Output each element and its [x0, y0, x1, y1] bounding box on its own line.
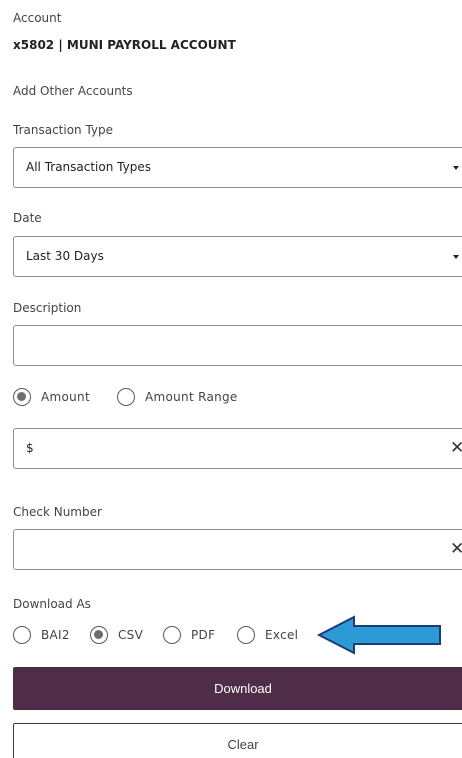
amount-radio-label: Amount	[41, 390, 90, 404]
transaction-type-label: Transaction Type	[13, 123, 114, 137]
download-transactions-form: Account x5802 | MUNI PAYROLL ACCOUNT Add…	[0, 0, 462, 758]
excel-radio[interactable]	[237, 626, 255, 644]
amount-input[interactable]: $ ✕	[13, 428, 462, 469]
amount-range-radio[interactable]	[117, 388, 135, 406]
bai2-radio[interactable]	[13, 626, 31, 644]
date-select[interactable]: Last 30 Days	[13, 236, 462, 277]
clear-button[interactable]: Clear	[13, 723, 462, 758]
pdf-radio[interactable]	[163, 626, 181, 644]
account-value: x5802 | MUNI PAYROLL ACCOUNT	[13, 38, 236, 52]
add-other-accounts-link[interactable]: Add Other Accounts	[13, 84, 133, 98]
transaction-type-select[interactable]: All Transaction Types	[13, 147, 462, 188]
date-label: Date	[13, 211, 42, 225]
check-number-input[interactable]: ✕	[13, 529, 462, 570]
caret-down-icon	[453, 166, 459, 170]
amount-radio[interactable]	[13, 388, 31, 406]
bai2-radio-label: BAI2	[41, 628, 70, 642]
excel-radio-label: Excel	[265, 628, 299, 642]
clear-amount-icon[interactable]: ✕	[450, 438, 462, 458]
pdf-radio-label: PDF	[191, 628, 216, 642]
check-number-label: Check Number	[13, 505, 102, 519]
clear-check-number-icon[interactable]: ✕	[450, 539, 462, 559]
description-label: Description	[13, 301, 82, 315]
download-as-label: Download As	[13, 597, 91, 611]
account-label: Account	[13, 11, 62, 25]
annotation-arrow-icon	[316, 615, 441, 655]
caret-down-icon	[453, 255, 459, 259]
download-button[interactable]: Download	[13, 667, 462, 710]
currency-prefix: $	[26, 441, 34, 455]
amount-range-radio-label: Amount Range	[145, 390, 238, 404]
csv-radio-label: CSV	[118, 628, 144, 642]
date-value: Last 30 Days	[26, 249, 104, 263]
description-input[interactable]	[13, 325, 462, 366]
csv-radio[interactable]	[90, 626, 108, 644]
transaction-type-value: All Transaction Types	[26, 160, 151, 174]
